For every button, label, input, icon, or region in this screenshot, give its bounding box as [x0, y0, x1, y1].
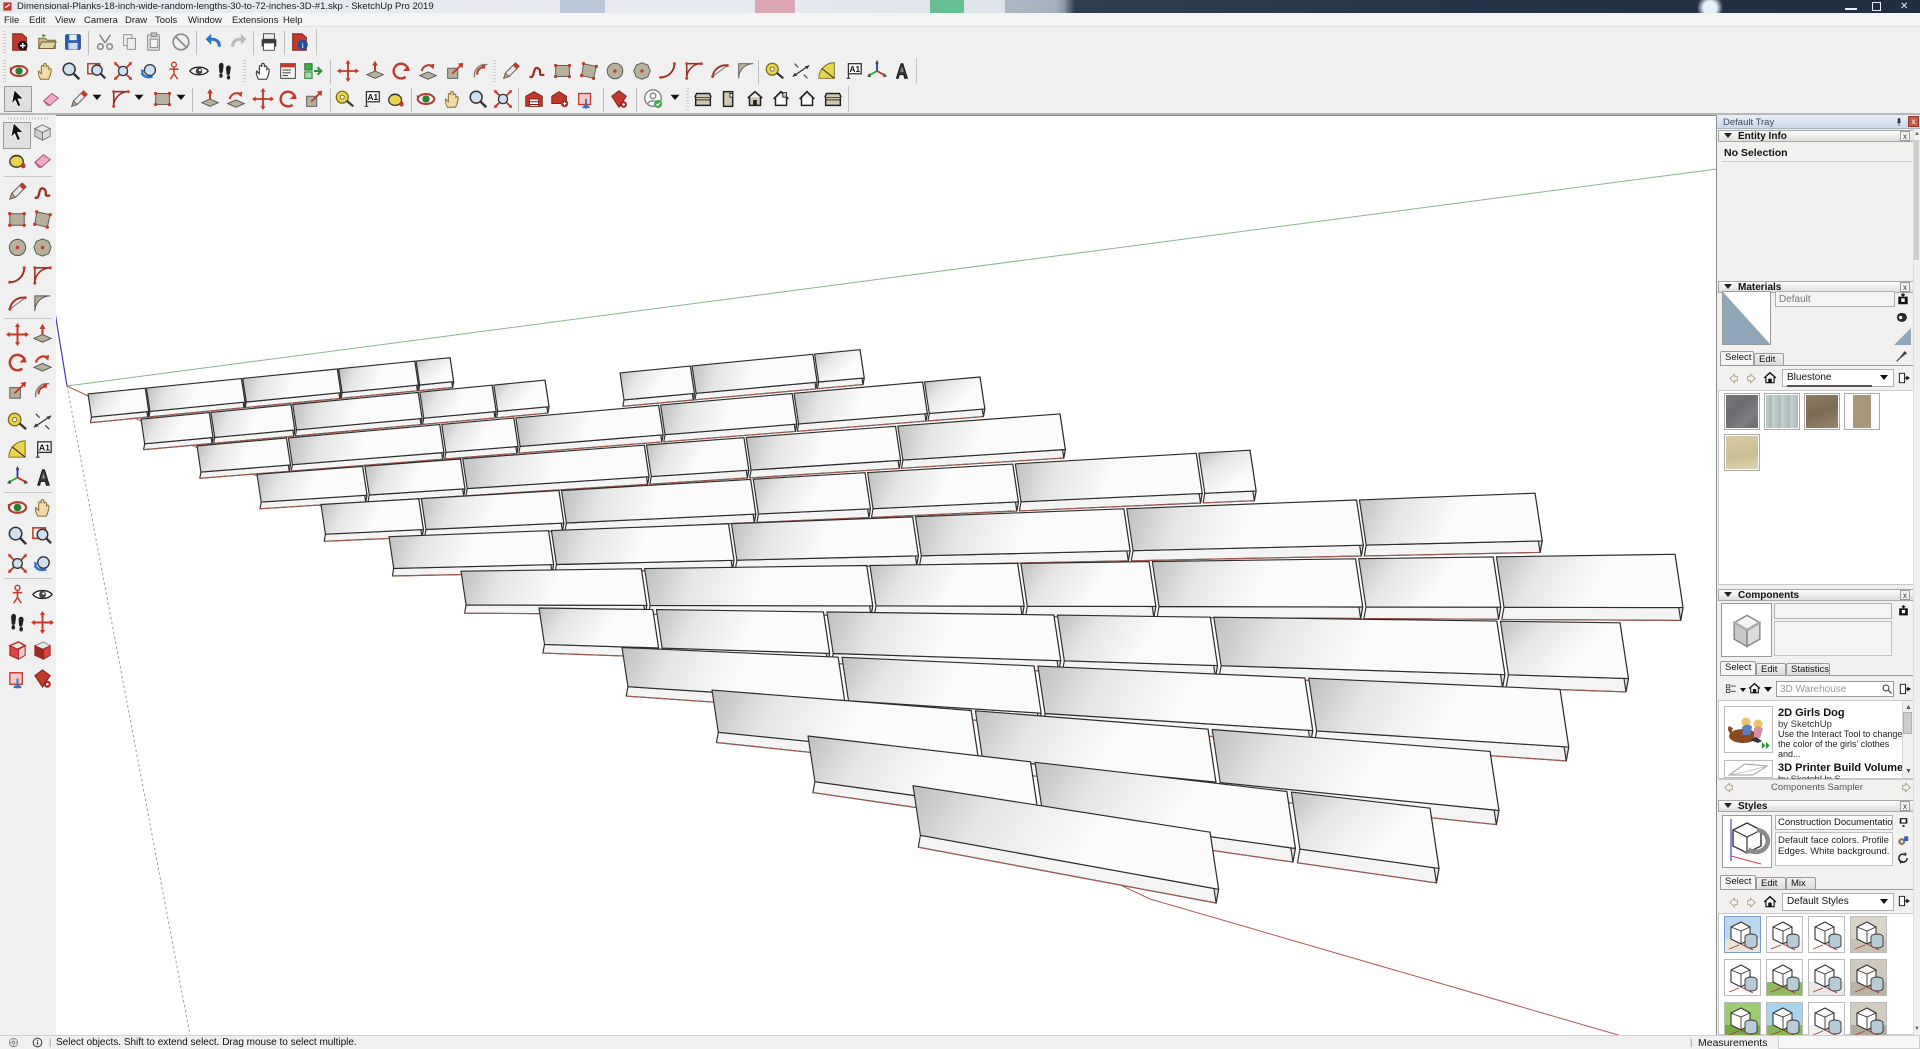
svg-text:A1: A1 [368, 93, 379, 102]
svg-text:A1: A1 [850, 65, 861, 74]
svg-text:A1: A1 [39, 442, 50, 452]
